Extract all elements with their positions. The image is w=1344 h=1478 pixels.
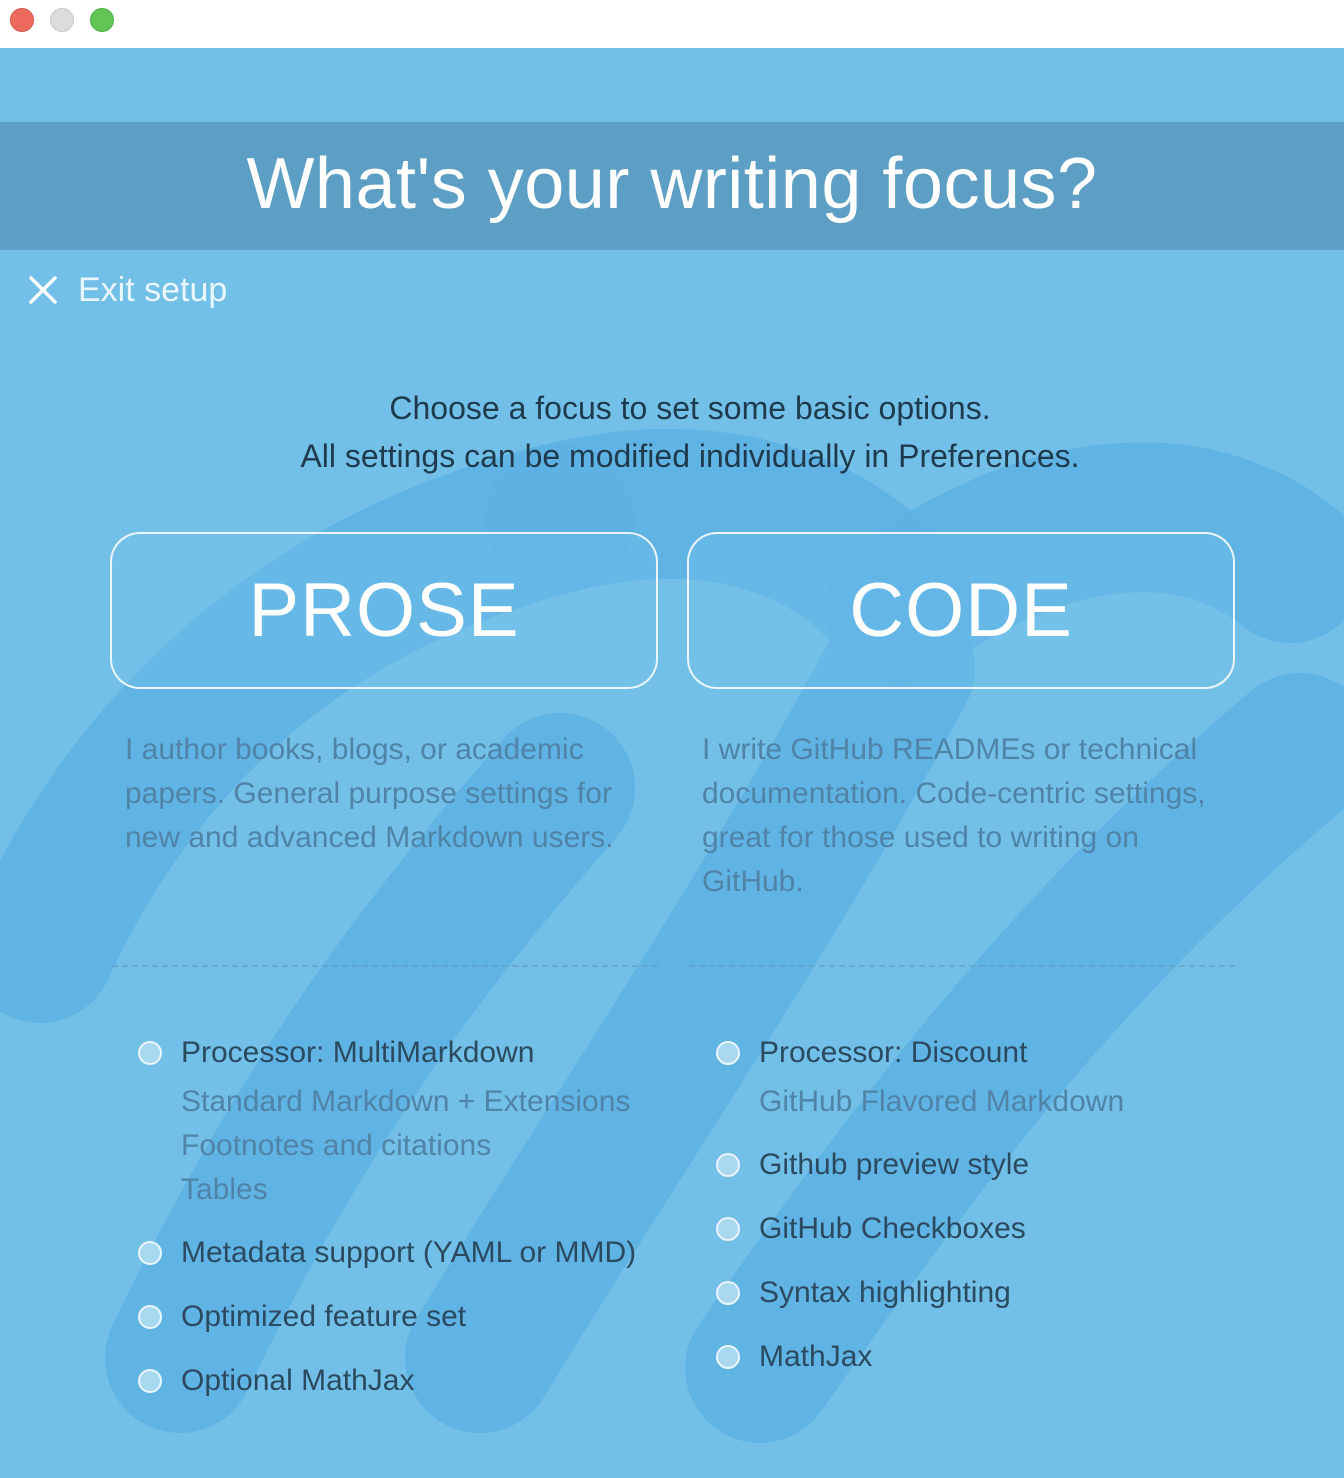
prose-description: I author books, blogs, or academic paper…	[125, 733, 614, 854]
bullet-icon	[138, 1369, 162, 1393]
bullet-icon	[716, 1153, 740, 1177]
exit-setup-button[interactable]: Exit setup	[26, 268, 227, 312]
feature-title: Github preview style	[759, 1148, 1030, 1181]
feature-detail: Footnotes and citations	[181, 1129, 492, 1162]
feature-detail: Tables	[181, 1173, 268, 1206]
bullet-icon	[716, 1041, 740, 1065]
code-description: I write GitHub READMEs or technical docu…	[702, 733, 1206, 898]
window-zoom-button[interactable]	[90, 8, 114, 32]
close-icon	[26, 273, 60, 307]
feature-title: Metadata support (YAML or MMD)	[181, 1236, 637, 1269]
code-feature-processor: Processor: Discount GitHub Flavored Mark…	[716, 1030, 1124, 1124]
bullet-icon	[716, 1281, 740, 1305]
prose-feature-processor: Processor: MultiMarkdown Standard Markdo…	[138, 1030, 636, 1212]
bullet-icon	[716, 1217, 740, 1241]
window-close-button[interactable]	[10, 8, 34, 32]
bullet-icon	[138, 1305, 162, 1329]
intro-line-1: Choose a focus to set some basic options…	[389, 390, 991, 426]
code-focus-button[interactable]: CODE	[687, 532, 1235, 689]
intro-line-2: All settings can be modified individuall…	[300, 438, 1080, 474]
feature-title: GitHub Checkboxes	[759, 1212, 1026, 1245]
prose-feature-mathjax: Optional MathJax	[138, 1358, 636, 1404]
bullet-icon	[138, 1041, 162, 1065]
feature-title: Processor: MultiMarkdown	[181, 1036, 535, 1069]
feature-title: Processor: Discount	[759, 1036, 1028, 1069]
prose-divider	[112, 965, 658, 967]
prose-feature-metadata: Metadata support (YAML or MMD)	[138, 1230, 636, 1276]
feature-title: Syntax highlighting	[759, 1276, 1011, 1309]
feature-detail: GitHub Flavored Markdown	[759, 1085, 1125, 1118]
intro-text: Choose a focus to set some basic options…	[0, 384, 1344, 480]
header-band: What's your writing focus?	[0, 122, 1344, 250]
code-feature-preview-style: Github preview style	[716, 1142, 1124, 1188]
page-title: What's your writing focus?	[246, 144, 1098, 224]
prose-focus-button[interactable]: PROSE	[110, 532, 658, 689]
bullet-icon	[138, 1241, 162, 1265]
exit-setup-label: Exit setup	[78, 270, 228, 309]
code-feature-checkboxes: GitHub Checkboxes	[716, 1206, 1124, 1252]
bullet-icon	[716, 1345, 740, 1369]
feature-title: Optimized feature set	[181, 1300, 467, 1333]
prose-feature-optimized: Optimized feature set	[138, 1294, 636, 1340]
setup-window: What's your writing focus? Exit setup Ch…	[0, 0, 1344, 1478]
prose-feature-list: Processor: MultiMarkdown Standard Markdo…	[138, 1030, 636, 1422]
code-feature-mathjax: MathJax	[716, 1334, 1124, 1380]
code-divider	[689, 965, 1235, 967]
window-minimize-button[interactable]	[50, 8, 74, 32]
feature-title: MathJax	[759, 1340, 873, 1373]
feature-detail: Standard Markdown + Extensions	[181, 1085, 631, 1118]
code-feature-list: Processor: Discount GitHub Flavored Mark…	[716, 1030, 1124, 1398]
title-bar	[0, 0, 1344, 48]
feature-title: Optional MathJax	[181, 1364, 415, 1397]
code-feature-syntax: Syntax highlighting	[716, 1270, 1124, 1316]
